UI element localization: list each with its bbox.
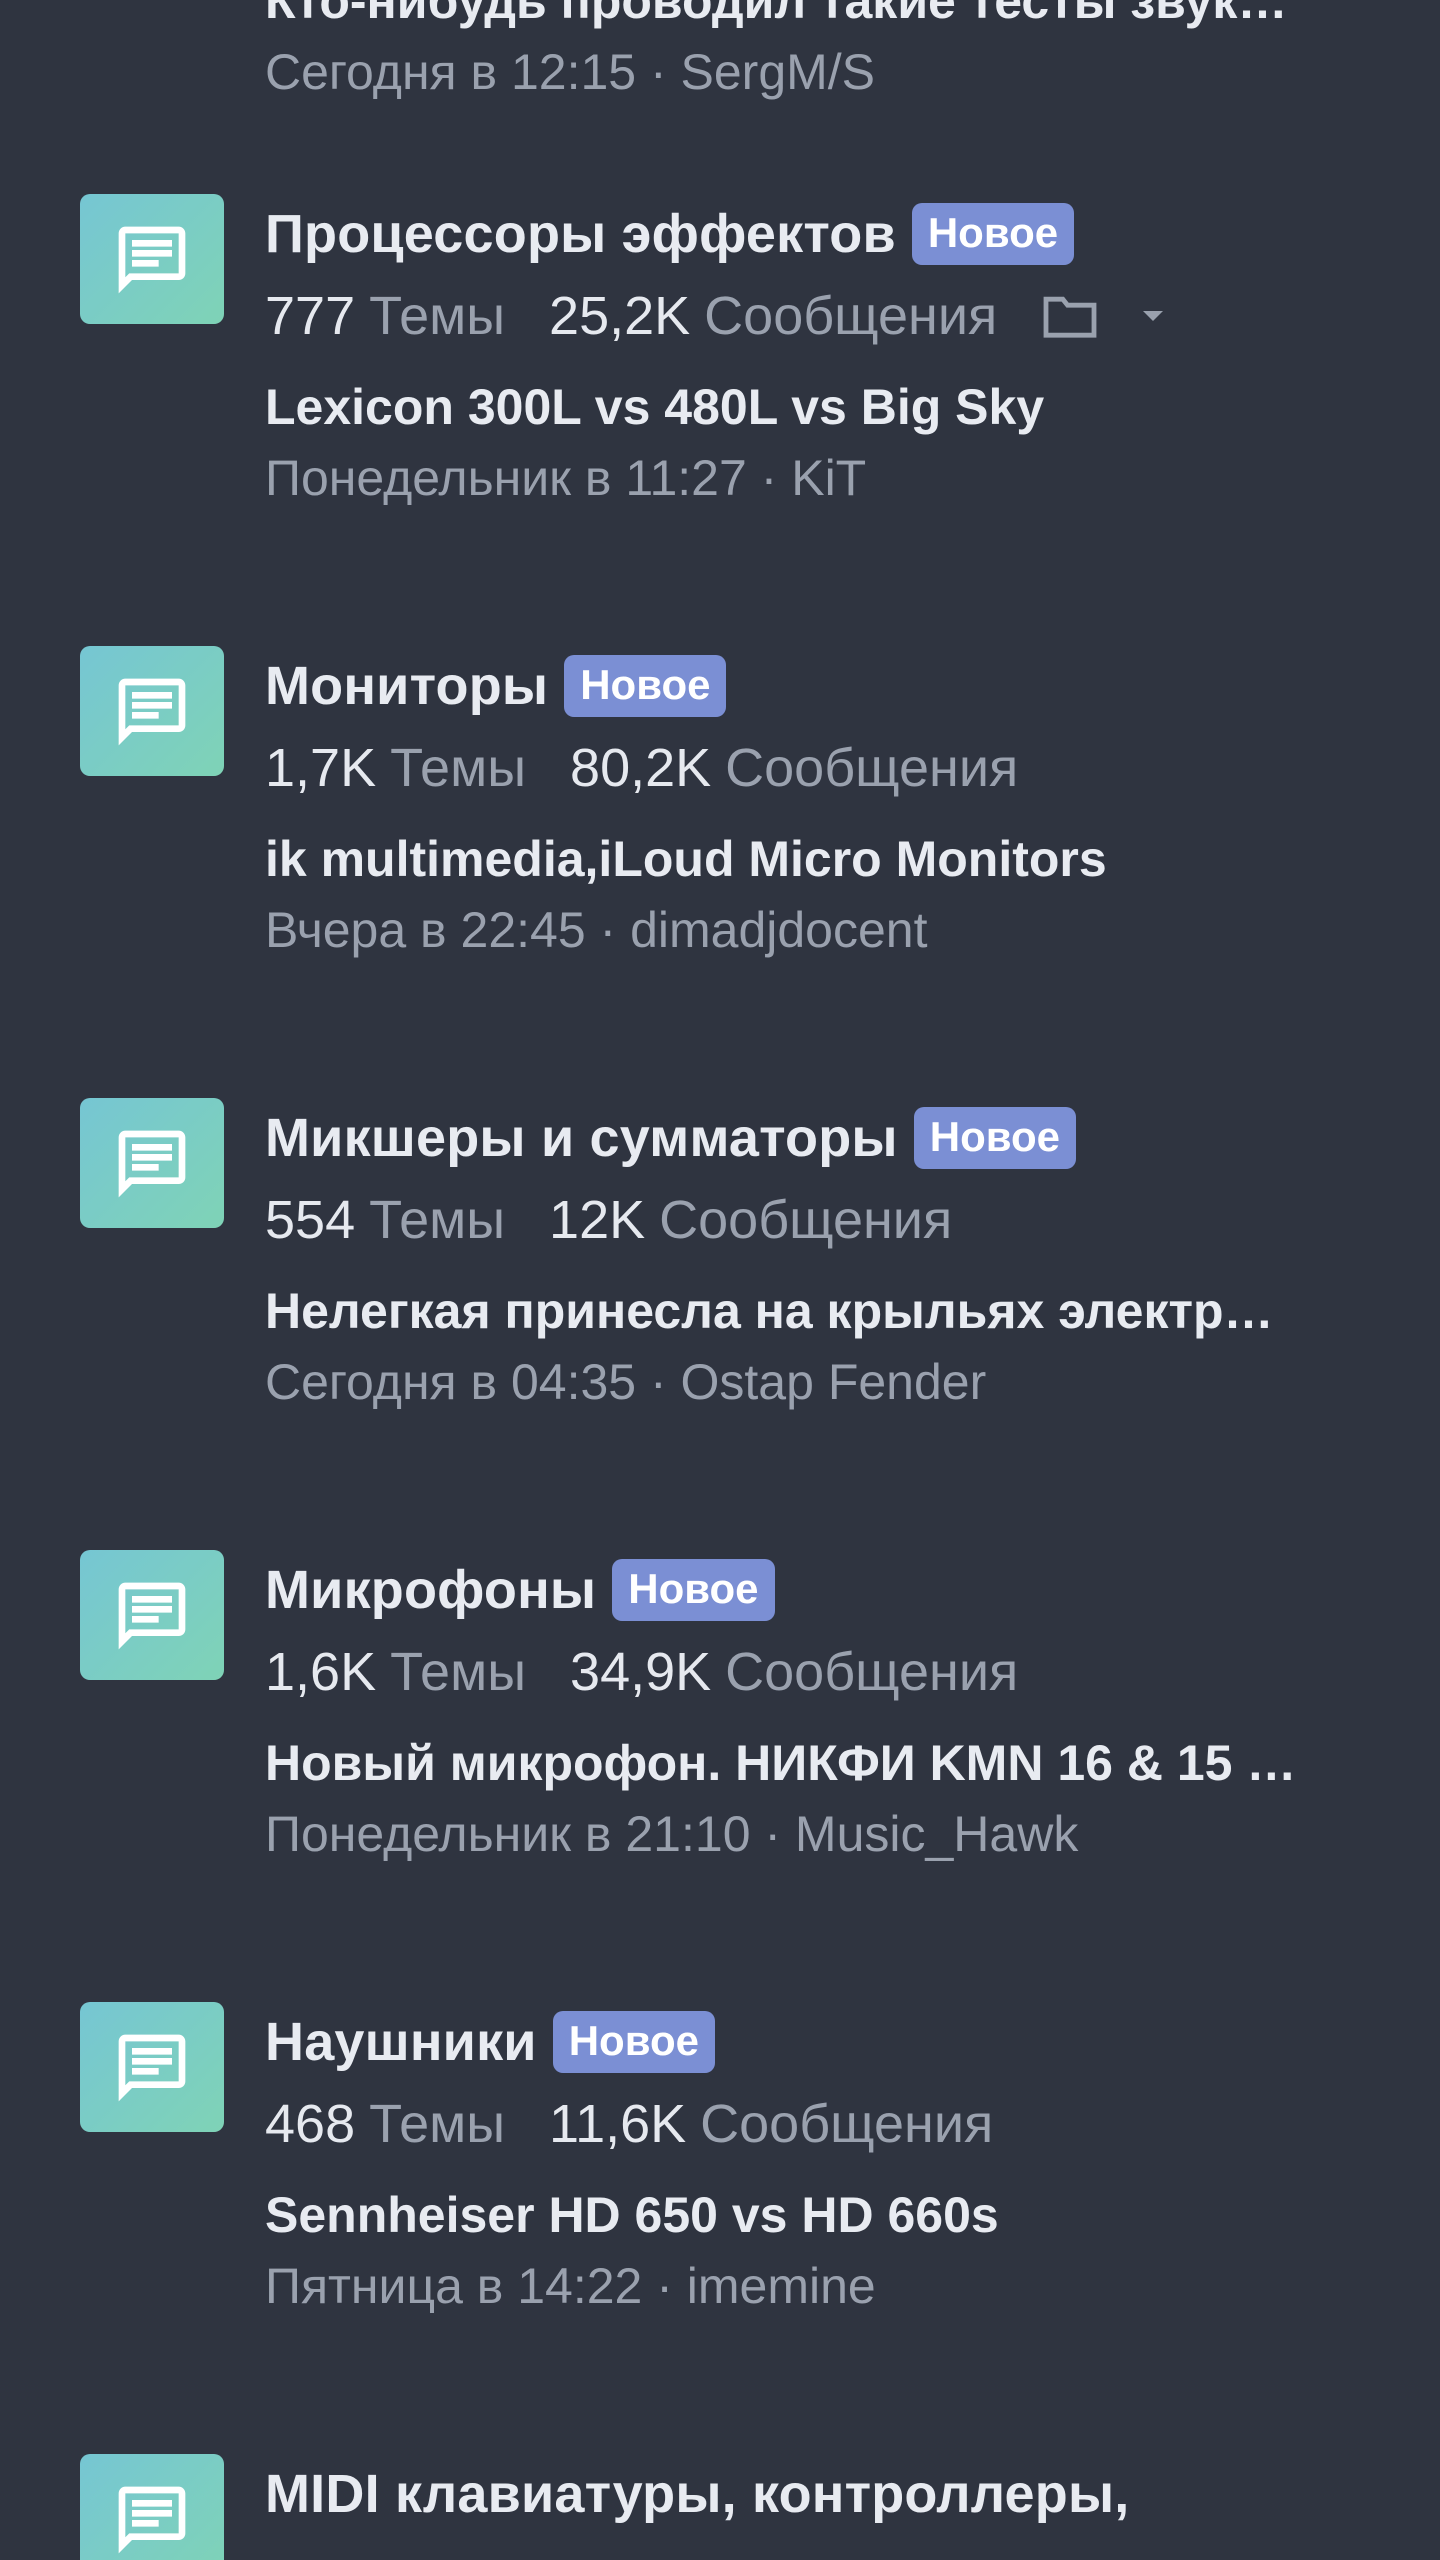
messages-count: 12K xyxy=(549,1190,646,1250)
threads-label: Темы xyxy=(390,738,527,798)
forum-title[interactable]: Микрофоны xyxy=(265,1559,596,1621)
chat-bubble-icon xyxy=(80,2454,224,2560)
messages-count: 25,2K xyxy=(549,286,691,346)
last-post-meta: Вчера в 22:45 · dimadjdocent xyxy=(265,902,928,958)
forum-title[interactable]: Наушники xyxy=(265,2011,537,2073)
forum-item[interactable]: Наушники Новое 468 Темы 11,6K Сообщения … xyxy=(0,2002,1440,2422)
last-post-meta: Сегодня в 12:15 · SergM/S xyxy=(265,44,876,100)
forum-title[interactable]: MIDI клавиатуры, контроллеры, xyxy=(265,2463,1129,2525)
new-badge: Новое xyxy=(552,2011,715,2073)
last-post-meta: Пятница в 14:22 · imemine xyxy=(265,2258,876,2314)
threads-count: 1,6K xyxy=(265,1642,377,1702)
messages-label: Сообщения xyxy=(659,1190,953,1250)
last-post-title[interactable]: Нелегкая принесла на крыльях электр… xyxy=(265,1276,1375,1346)
new-badge: Новое xyxy=(913,1107,1077,1169)
last-post-title[interactable]: ik multimedia,iLoud Micro Monitors xyxy=(265,824,1375,894)
messages-label: Сообщения xyxy=(704,286,998,346)
forum-stats: 1,6K Темы 34,9K Сообщения xyxy=(265,1630,1375,1714)
new-badge: Новое xyxy=(564,655,727,717)
folder-icon[interactable] xyxy=(1041,292,1099,340)
chat-bubble-icon xyxy=(80,2002,224,2132)
last-post-title[interactable]: Кто-нибудь проводил такие тесты звук… xyxy=(265,0,1375,36)
last-post-meta: Сегодня в 04:35 · Ostap Fender xyxy=(265,1354,987,1410)
messages-count: 80,2K xyxy=(570,738,712,798)
threads-label: Темы xyxy=(369,1190,506,1250)
forum-title[interactable]: Процессоры эффектов xyxy=(265,203,896,265)
chat-bubble-icon xyxy=(80,646,224,776)
threads-label: Темы xyxy=(369,2094,506,2154)
messages-label: Сообщения xyxy=(700,2094,994,2154)
forum-stats: 1,7K Темы 80,2K Сообщения xyxy=(265,726,1375,810)
new-badge: Новое xyxy=(911,203,1075,265)
forum-item[interactable]: Микшеры и сумматоры Новое 554 Темы 12K С… xyxy=(0,1098,1440,1518)
new-badge: Новое xyxy=(612,1559,775,1621)
forum-title[interactable]: Микшеры и сумматоры xyxy=(265,1107,898,1169)
forum-stats: 468 Темы 11,6K Сообщения xyxy=(265,2082,1375,2166)
threads-label: Темы xyxy=(369,286,506,346)
last-post-meta: Понедельник в 11:27 · KiT xyxy=(265,450,867,506)
threads-label: Темы xyxy=(390,1642,527,1702)
last-post-title[interactable]: Lexicon 300L vs 480L vs Big Sky xyxy=(265,372,1375,442)
messages-count: 11,6K xyxy=(549,2094,687,2154)
messages-label: Сообщения xyxy=(725,738,1019,798)
threads-count: 777 xyxy=(265,286,356,346)
forum-stats: 777 Темы 25,2K Сообщения xyxy=(265,274,1375,358)
messages-label: Сообщения xyxy=(725,1642,1019,1702)
forum-item[interactable]: Мониторы Новое 1,7K Темы 80,2K Сообщения… xyxy=(0,646,1440,1066)
previous-forum-last-post[interactable]: Кто-нибудь проводил такие тесты звук… Се… xyxy=(265,0,1375,108)
threads-count: 554 xyxy=(265,1190,356,1250)
last-post-meta: Понедельник в 21:10 · Music_Hawk xyxy=(265,1806,1079,1862)
messages-count: 34,9K xyxy=(570,1642,712,1702)
forum-title[interactable]: Мониторы xyxy=(265,655,548,717)
caret-down-icon[interactable] xyxy=(1133,296,1173,336)
forum-item[interactable]: MIDI клавиатуры, контроллеры, xyxy=(0,2454,1440,2560)
threads-count: 468 xyxy=(265,2094,356,2154)
forum-item[interactable]: Микрофоны Новое 1,6K Темы 34,9K Сообщени… xyxy=(0,1550,1440,1970)
chat-bubble-icon xyxy=(80,1550,224,1680)
chat-bubble-icon xyxy=(80,194,224,324)
last-post-title[interactable]: Sennheiser HD 650 vs HD 660s xyxy=(265,2180,1375,2250)
forum-item[interactable]: Процессоры эффектов Новое 777 Темы 25,2K… xyxy=(0,194,1440,614)
chat-bubble-icon xyxy=(80,1098,224,1228)
last-post-title[interactable]: Новый микрофон. НИКФИ KMN 16 & 15 … xyxy=(265,1728,1375,1798)
threads-count: 1,7K xyxy=(265,738,377,798)
forum-stats: 554 Темы 12K Сообщения xyxy=(265,1178,1375,1262)
